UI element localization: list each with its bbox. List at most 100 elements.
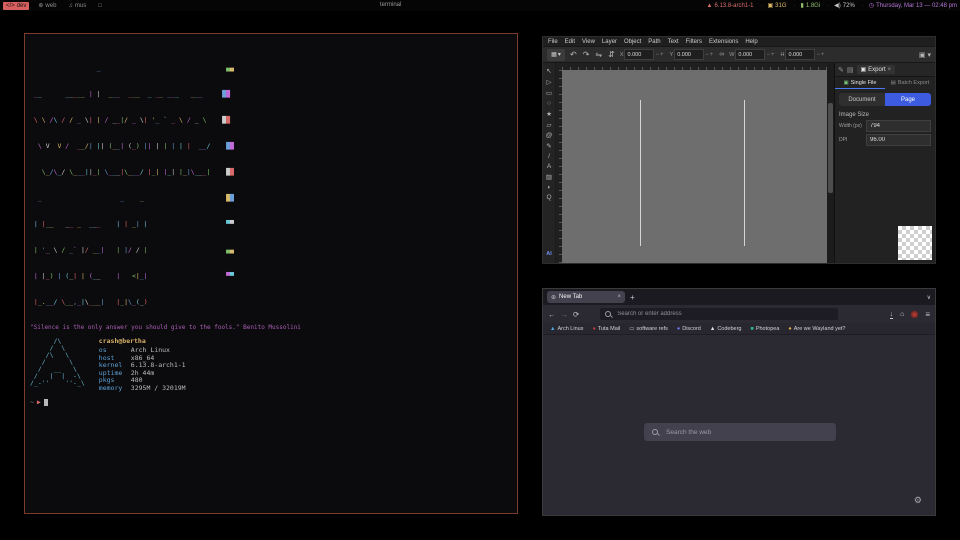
tool-icon[interactable]: ▷: [546, 78, 551, 86]
scrollbar-thumb[interactable]: [828, 103, 833, 193]
bookmark-item[interactable]: ● Discord: [677, 326, 701, 332]
extension-icon[interactable]: [911, 311, 918, 318]
workspace-icon: ⊕: [38, 2, 43, 9]
workspace-tag[interactable]: ⊕ web: [35, 1, 59, 10]
tool-icon[interactable]: ○: [547, 100, 551, 107]
tool-icon[interactable]: ▨: [546, 173, 552, 181]
toolbar-actions: ↓ ⌂ ≡: [890, 310, 930, 319]
forward-icon[interactable]: →: [561, 310, 569, 319]
workspace-tags: </> dev ⊕ web ♫ mus □: [3, 1, 107, 10]
tool-icon[interactable]: ▱: [546, 121, 551, 129]
bookmark-item[interactable]: ▭ software refs: [629, 326, 668, 332]
stepper-buttons[interactable]: −+: [705, 52, 714, 58]
back-icon[interactable]: ←: [548, 310, 556, 319]
coord-input[interactable]: [674, 49, 704, 60]
units-icon: ▣: [919, 51, 926, 59]
menu-item[interactable]: Edit: [565, 39, 575, 45]
close-icon[interactable]: ×: [617, 294, 621, 300]
menu-item[interactable]: File: [548, 39, 558, 45]
status-modules: ▲ 6.13.8-arch1-1 ▣ 31G ▮ 1.8Gi ◀) 72%: [707, 2, 957, 9]
shell-prompt[interactable]: ~ ▶: [30, 398, 513, 406]
units-dropdown[interactable]: ▣ ▾: [919, 51, 931, 59]
tool-icon[interactable]: Q: [546, 194, 551, 201]
lock-ratio-icon[interactable]: ∞: [719, 51, 724, 58]
bookmark-item[interactable]: ▲ Codeberg: [710, 326, 742, 332]
transform-icon[interactable]: ⇋: [595, 50, 602, 59]
dock-icon[interactable]: ✎: [838, 66, 844, 74]
transform-icon[interactable]: ↶: [570, 50, 577, 59]
bookmark-item[interactable]: ■ Photopea: [751, 326, 780, 332]
bookmark-favicon: ●: [788, 326, 791, 332]
menu-item[interactable]: Text: [668, 39, 679, 45]
home-icon[interactable]: ⌂: [900, 311, 904, 318]
scope-button[interactable]: Document: [839, 93, 885, 106]
workspace-tag[interactable]: </> dev: [3, 2, 29, 10]
tool-icon[interactable]: ↖: [546, 67, 551, 75]
dock-icon[interactable]: ▤: [847, 66, 854, 74]
menu-bar: File Edit View Layer Object Path Text Filters Ex…: [543, 37, 935, 46]
chevron-down-icon: ▾: [558, 51, 561, 58]
bookmark-label: software refs: [636, 326, 667, 332]
browser-tab[interactable]: ⊕ New Tab ×: [547, 291, 625, 303]
gear-icon[interactable]: ⚙: [914, 495, 922, 506]
tool-icon[interactable]: ▭: [546, 89, 552, 97]
bookmark-item[interactable]: ▲ Arch Linux: [550, 326, 583, 332]
tool-mode-dropdown[interactable]: ▦ ▾: [547, 49, 565, 61]
menu-item[interactable]: Object: [624, 39, 641, 45]
scrollbar[interactable]: [827, 63, 834, 263]
menu-item[interactable]: Layer: [602, 39, 617, 45]
export-mode-tab[interactable]: ▤ Batch Export: [885, 77, 935, 89]
transform-icon[interactable]: ⇵: [608, 50, 615, 59]
bookmark-favicon: ●: [677, 326, 680, 332]
bookmark-label: Tuta Mail: [598, 326, 620, 332]
web-search-input[interactable]: [664, 428, 828, 437]
workspace-icon: ♫: [68, 3, 73, 9]
workspace-tag[interactable]: □: [95, 2, 107, 10]
bookmark-item[interactable]: ● Are we Wayland yet?: [788, 326, 845, 332]
ascii-art-line: _ _ _ ██: [30, 195, 513, 202]
stepper-buttons[interactable]: −+: [766, 52, 775, 58]
canvas[interactable]: [562, 70, 827, 263]
transform-icon[interactable]: ↷: [583, 50, 590, 59]
width-input[interactable]: [866, 120, 931, 132]
size-input[interactable]: [735, 49, 765, 60]
tool-icon[interactable]: ◗: [547, 184, 551, 191]
export-dock-tab[interactable]: ▣ Export ×: [857, 65, 896, 74]
menu-icon[interactable]: ≡: [925, 310, 930, 319]
fetch-block: /\ / \ /\ \ / \ / __ \ / | | -\ /_-'' ''…: [30, 338, 513, 393]
menu-item[interactable]: Path: [648, 39, 660, 45]
export-mode-tab[interactable]: ▣ Single File: [835, 77, 885, 89]
ai-tool-label[interactable]: AI: [546, 251, 552, 257]
tool-icon[interactable]: ★: [546, 110, 552, 118]
close-icon[interactable]: ×: [888, 67, 892, 73]
reload-icon[interactable]: ⟳: [573, 310, 579, 319]
menu-item[interactable]: Help: [745, 39, 757, 45]
size-input[interactable]: [785, 49, 815, 60]
new-tab-page: ⚙: [543, 335, 935, 515]
tool-icon[interactable]: @: [546, 132, 553, 139]
status-text: 31G: [775, 3, 786, 9]
tool-icon[interactable]: A: [547, 163, 551, 170]
tool-icon[interactable]: ✎: [546, 142, 551, 150]
url-input[interactable]: [615, 310, 833, 318]
downloads-icon[interactable]: ↓: [890, 311, 894, 318]
new-tab-button[interactable]: +: [630, 293, 635, 302]
list-tabs-chevron-icon[interactable]: ∨: [927, 294, 931, 301]
scope-button[interactable]: Page: [885, 93, 931, 106]
terminal-window[interactable]: _ ▄▄ __ _____ | | ___ ___ _ __ ___ ___ █…: [24, 33, 518, 514]
width-row: Width (px): [839, 120, 931, 132]
dpi-input[interactable]: [866, 134, 931, 146]
stepper-buttons[interactable]: −+: [655, 52, 664, 58]
stepper-buttons[interactable]: −+: [816, 52, 825, 58]
web-search-box[interactable]: [644, 423, 836, 441]
user-host: crash@bertha: [99, 338, 186, 346]
menu-item[interactable]: Filters: [686, 39, 702, 45]
xy-fields: X −+ Y −+: [620, 49, 714, 60]
url-bar[interactable]: [600, 308, 838, 320]
coord-input[interactable]: [624, 49, 654, 60]
menu-item[interactable]: View: [582, 39, 595, 45]
workspace-tag[interactable]: ♫ mus: [65, 2, 89, 10]
bookmark-item[interactable]: ● Tuta Mail: [592, 326, 620, 332]
tool-icon[interactable]: /: [548, 153, 550, 160]
menu-item[interactable]: Extensions: [709, 39, 738, 45]
